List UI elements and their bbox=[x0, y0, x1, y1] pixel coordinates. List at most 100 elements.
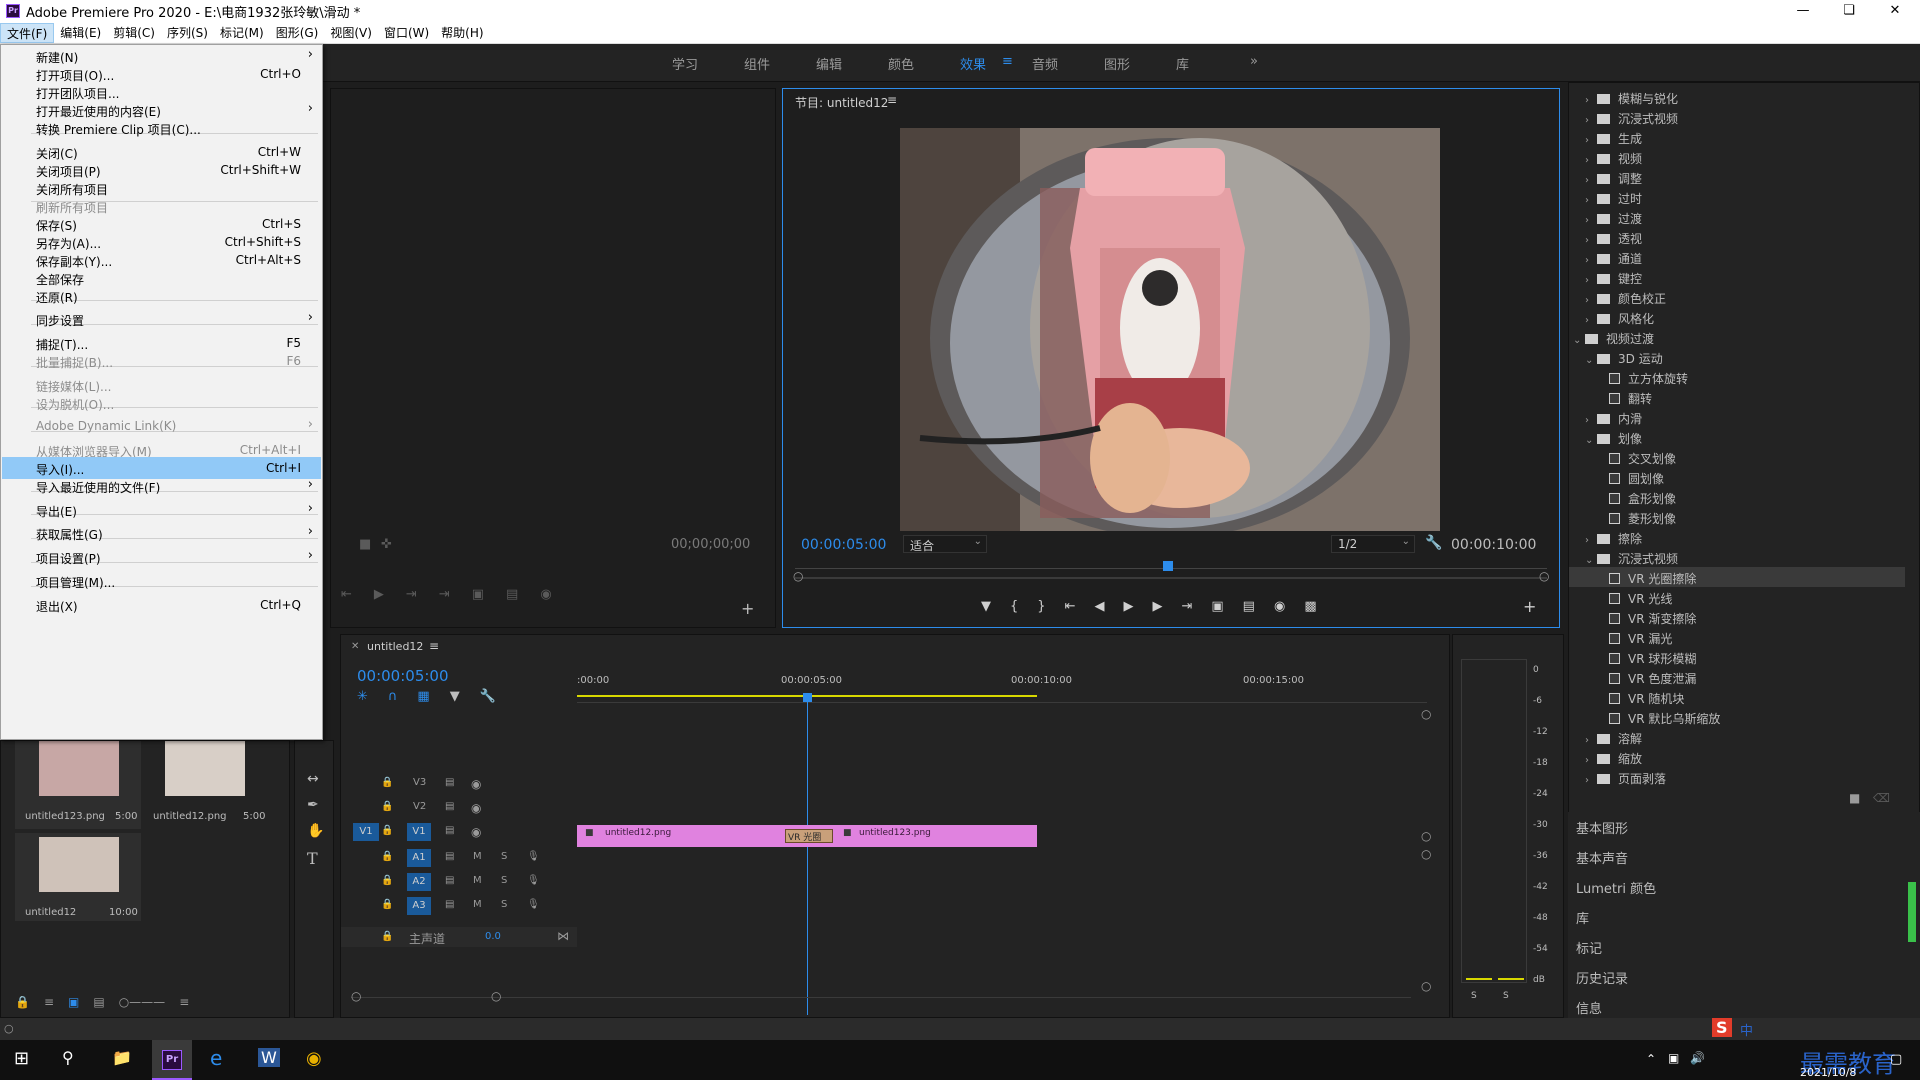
program-timecode[interactable]: 00:00:05:00 bbox=[801, 537, 886, 553]
menu-window[interactable]: 窗口(W) bbox=[378, 23, 435, 43]
effects-folder[interactable]: › 调整 bbox=[1569, 167, 1905, 187]
timeline-settings-icon[interactable]: 🔧 bbox=[480, 689, 496, 705]
playhead-handle[interactable] bbox=[803, 693, 812, 702]
pen-tool-icon[interactable]: ✒ bbox=[307, 797, 319, 813]
v-scroll-handle-icon[interactable]: ○ bbox=[1421, 829, 1431, 843]
panel-lumetri-color[interactable]: Lumetri 颜色 bbox=[1576, 878, 1656, 897]
source-play-icon[interactable]: ▶ bbox=[374, 587, 384, 607]
project-item[interactable]: untitled12 10:00 bbox=[15, 833, 141, 921]
file-menu-item[interactable]: 项目管理(M)... bbox=[2, 570, 321, 592]
lock-icon[interactable]: 🔒 bbox=[381, 801, 393, 812]
chevron-right-icon[interactable]: › bbox=[1585, 755, 1597, 766]
fit-select[interactable]: 适合 ⌄ bbox=[903, 535, 987, 553]
linked-selection-icon[interactable]: ▦ bbox=[417, 689, 429, 705]
source-overwrite-icon[interactable]: ▤ bbox=[506, 587, 518, 607]
chevron-right-icon[interactable]: › bbox=[1585, 255, 1597, 266]
effect-item[interactable]: 交叉划像 bbox=[1569, 447, 1905, 467]
edge-icon[interactable]: e bbox=[210, 1046, 222, 1070]
source-settings-icon[interactable]: ✜ bbox=[381, 537, 392, 552]
chevron-down-icon[interactable]: ⌄ bbox=[1573, 335, 1585, 346]
sogou-ime-icon[interactable]: S bbox=[1712, 1018, 1732, 1037]
solo-button[interactable]: S bbox=[501, 899, 507, 910]
timeline-timecode[interactable]: 00:00:05:00 bbox=[357, 667, 449, 685]
mark-in-icon[interactable]: { bbox=[1010, 599, 1018, 619]
workspace-audio[interactable]: 音频 bbox=[1032, 54, 1058, 73]
eye-icon[interactable]: ◉ bbox=[471, 777, 481, 791]
resolution-select[interactable]: 1/2 ⌄ bbox=[1331, 535, 1415, 553]
snap-icon[interactable]: ∩ bbox=[388, 689, 398, 705]
sync-lock-icon[interactable]: ▤ bbox=[445, 851, 454, 862]
file-explorer-icon[interactable]: 📁 bbox=[112, 1048, 132, 1067]
clip[interactable]: ■ untitled123.png bbox=[835, 825, 1037, 847]
source-patch-v1[interactable]: V1 bbox=[353, 823, 379, 841]
workspace-learn[interactable]: 学习 bbox=[672, 54, 698, 73]
sync-lock-icon[interactable]: ▤ bbox=[445, 899, 454, 910]
workspace-libraries[interactable]: 库 bbox=[1176, 54, 1189, 73]
lock-icon[interactable]: 🔒 bbox=[381, 777, 393, 788]
meter-solo-button[interactable]: S bbox=[1503, 991, 1509, 1001]
chevron-right-icon[interactable]: › bbox=[1585, 215, 1597, 226]
file-menu-item[interactable]: 转换 Premiere Clip 项目(C)... bbox=[2, 117, 321, 139]
workspace-graphics[interactable]: 图形 bbox=[1104, 54, 1130, 73]
panel-essential-graphics[interactable]: 基本图形 bbox=[1576, 818, 1628, 837]
new-bin-icon[interactable]: ■ bbox=[1849, 791, 1860, 805]
master-volume[interactable]: 0.0 bbox=[485, 931, 501, 942]
play-icon[interactable]: ▶ bbox=[1123, 599, 1133, 619]
search-icon[interactable]: ⚲ bbox=[62, 1048, 74, 1067]
source-step-forward-icon[interactable]: ⇥ bbox=[406, 587, 417, 607]
track-label-a2[interactable]: A2 bbox=[407, 873, 431, 891]
effects-folder[interactable]: › 通道 bbox=[1569, 247, 1905, 267]
lock-icon[interactable]: 🔒 bbox=[381, 825, 393, 836]
project-item[interactable]: untitled12.png 5:00 bbox=[141, 741, 267, 829]
source-insert-icon[interactable]: ▣ bbox=[472, 587, 484, 607]
effect-item[interactable]: VR 光圈擦除 bbox=[1569, 567, 1905, 587]
source-add-button[interactable]: + bbox=[741, 599, 754, 618]
solo-button[interactable]: S bbox=[501, 875, 507, 886]
effect-item[interactable]: 立方体旋转 bbox=[1569, 367, 1905, 387]
mic-icon[interactable]: 🎙 bbox=[527, 851, 540, 862]
lock-icon[interactable]: 🔒 bbox=[381, 899, 393, 910]
add-marker-icon[interactable]: ▼ bbox=[981, 599, 991, 619]
export-frame-icon[interactable]: ◉ bbox=[1274, 599, 1285, 619]
extract-icon[interactable]: ▤ bbox=[1243, 599, 1255, 619]
v-scroll-handle-icon[interactable]: ○ bbox=[1421, 847, 1431, 861]
effects-folder[interactable]: › 页面剥落 bbox=[1569, 767, 1905, 787]
windows-start-icon[interactable]: ⊞ bbox=[14, 1048, 29, 1069]
chevron-right-icon[interactable]: › bbox=[1585, 195, 1597, 206]
file-menu-item[interactable]: 导出(E) › bbox=[2, 499, 321, 521]
chevron-right-icon[interactable]: › bbox=[1585, 135, 1597, 146]
word-icon[interactable]: W bbox=[258, 1048, 280, 1067]
source-camera-icon[interactable]: ◉ bbox=[540, 587, 551, 607]
sync-lock-icon[interactable]: ▤ bbox=[445, 825, 454, 836]
chevron-down-icon[interactable]: ⌄ bbox=[1585, 435, 1597, 446]
effect-item[interactable]: VR 球形模糊 bbox=[1569, 647, 1905, 667]
close-button[interactable]: ✕ bbox=[1872, 0, 1918, 22]
lift-icon[interactable]: ▣ bbox=[1211, 599, 1223, 619]
chevron-right-icon[interactable]: › bbox=[1585, 115, 1597, 126]
menu-help[interactable]: 帮助(H) bbox=[435, 23, 489, 43]
mark-out-icon[interactable]: } bbox=[1037, 599, 1045, 619]
track-label-v1[interactable]: V1 bbox=[407, 823, 431, 841]
source-goto-out-icon[interactable]: ⇥ bbox=[439, 587, 450, 607]
v-scroll-handle-icon[interactable]: ○ bbox=[1421, 979, 1431, 993]
effect-item[interactable]: VR 色度泄漏 bbox=[1569, 667, 1905, 687]
program-playhead[interactable] bbox=[1163, 561, 1173, 571]
collapse-master-icon[interactable]: ⋈ bbox=[557, 929, 569, 943]
panel-libraries[interactable]: 库 bbox=[1576, 908, 1589, 927]
effects-folder[interactable]: ⌄ 沉浸式视频 bbox=[1569, 547, 1905, 567]
premiere-taskbar-button[interactable]: Pr bbox=[152, 1040, 192, 1080]
chevron-right-icon[interactable]: › bbox=[1585, 235, 1597, 246]
freeform-view-icon[interactable]: ▤ bbox=[93, 995, 104, 1013]
effects-folder[interactable]: › 生成 bbox=[1569, 127, 1905, 147]
workspace-editing[interactable]: 编辑 bbox=[816, 54, 842, 73]
icon-view-icon[interactable]: ▣ bbox=[68, 995, 79, 1013]
file-menu-item[interactable]: 退出(X) Ctrl+Q bbox=[2, 594, 321, 616]
file-menu-item[interactable]: 项目设置(P) › bbox=[2, 546, 321, 568]
ime-mode[interactable]: 中 bbox=[1740, 1020, 1753, 1039]
sequence-tab[interactable]: untitled12 bbox=[367, 640, 423, 653]
program-add-button[interactable]: + bbox=[1523, 597, 1536, 616]
menu-graphics[interactable]: 图形(G) bbox=[270, 23, 325, 43]
effect-item[interactable]: 菱形划像 bbox=[1569, 507, 1905, 527]
file-menu-item[interactable]: 导入最近使用的文件(F) › bbox=[2, 475, 321, 497]
delete-icon[interactable]: ⌫ bbox=[1873, 791, 1890, 805]
